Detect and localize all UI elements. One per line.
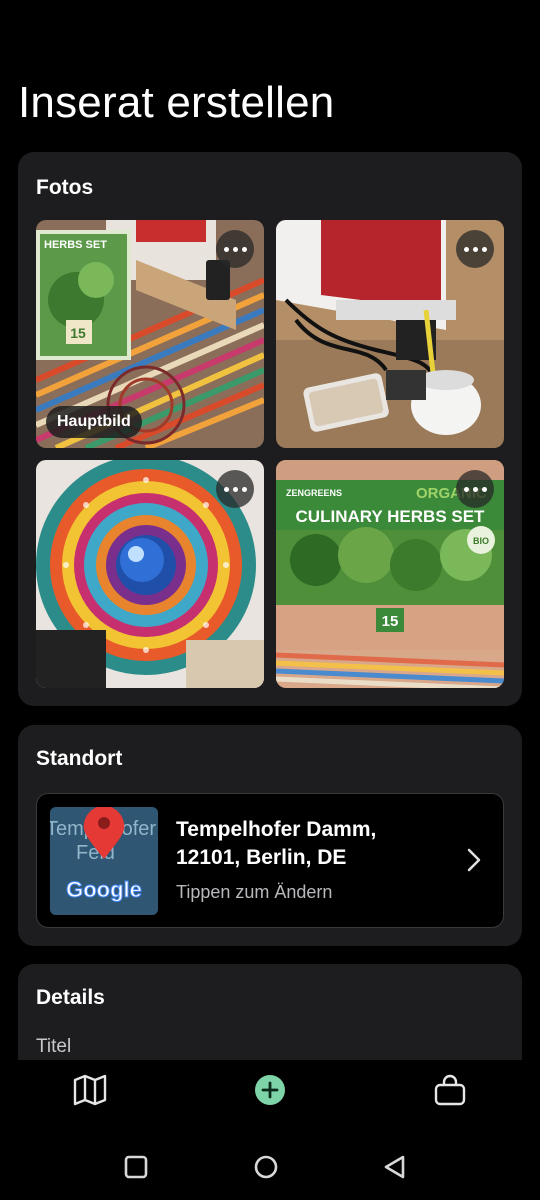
location-section-title: Standort [36,747,123,770]
photo-1[interactable]: 15 HERBS SET Hauptbild [36,220,264,448]
location-section: Standort Tempelhofer Feld Google Tempelh… [18,725,522,946]
system-home-button[interactable] [251,1152,281,1182]
bottom-navigation [0,1060,540,1124]
add-circle-icon [255,1075,285,1105]
home-circle-icon [254,1155,278,1179]
location-change-hint: Tippen zum Ändern [176,882,333,902]
chevron-right-icon [467,848,481,872]
nav-bag-button[interactable] [430,1070,470,1110]
back-triangle-icon [384,1155,405,1179]
nav-map-button[interactable] [70,1070,110,1110]
photo-4-more-button[interactable] [456,470,494,508]
bag-icon [434,1074,466,1106]
page-title: Inserat erstellen [18,78,335,127]
photo-1-more-button[interactable] [216,230,254,268]
location-address-line-1: Tempelhofer Damm, [176,818,377,841]
photo-4-bio: BIO [473,536,489,546]
location-address-line-2: 12101, Berlin, DE [176,846,347,869]
system-recents-button[interactable] [121,1152,151,1182]
photo-2-more-button[interactable] [456,230,494,268]
main-photo-badge: Hauptbild [46,406,142,438]
photo-3-more-button[interactable] [216,470,254,508]
photo-3[interactable] [36,460,264,688]
photos-section-title: Fotos [36,176,94,199]
map-thumbnail: Tempelhofer Feld Google [50,807,158,915]
map-brand: Google [66,877,142,902]
location-picker[interactable]: Tempelhofer Feld Google Tempelhofer Damm… [36,793,504,928]
details-section-title: Details [36,986,105,1009]
photo-2[interactable] [276,220,504,448]
recents-square-icon [124,1155,148,1179]
title-field-label: Titel [36,1036,72,1057]
system-navigation-bar [0,1124,540,1200]
nav-create-button[interactable] [250,1070,290,1110]
photo-4[interactable]: ZENGREENS ORGANIC CULINARY HERBS SET BIO… [276,460,504,688]
system-back-button[interactable] [380,1152,410,1182]
map-icon [73,1074,107,1106]
location-address: Tempelhofer Damm, 12101, Berlin, DE [176,816,436,872]
photo-4-headline: CULINARY HERBS SET [296,507,486,526]
photo-4-count: 15 [382,613,399,630]
photo-1-count: 15 [70,325,86,341]
photo-1-headline: HERBS SET [44,239,107,251]
photo-4-brand: ZENGREENS [286,488,342,498]
photos-section: Fotos 15 HERBS SET Hauptbild ZENGREENS O… [18,152,522,706]
